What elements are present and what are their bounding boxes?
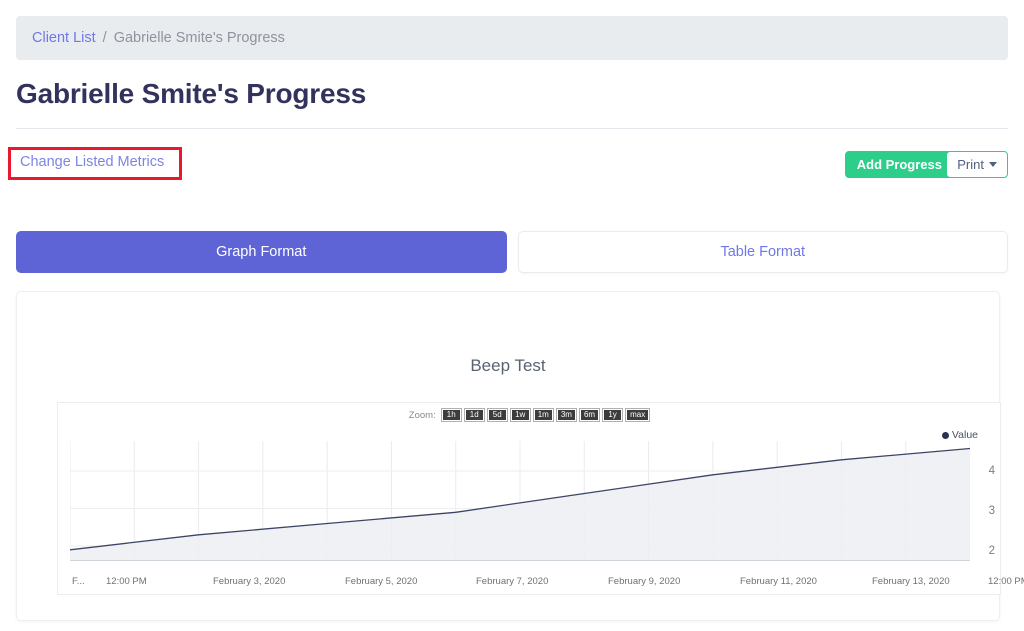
y-axis: 4 3 2 <box>973 441 995 569</box>
page-root: Client List / Gabrielle Smite's Progress… <box>0 0 1024 631</box>
legend-label-value: Value <box>952 429 978 441</box>
change-listed-metrics-link[interactable]: Change Listed Metrics <box>20 154 164 170</box>
zoom-button-3m[interactable]: 3m <box>557 409 576 421</box>
legend-marker-icon <box>942 432 949 439</box>
zoom-button-6m[interactable]: 6m <box>580 409 599 421</box>
breadcrumb: Client List / Gabrielle Smite's Progress <box>16 16 1008 60</box>
y-axis-tick: 4 <box>989 465 995 477</box>
chevron-down-icon <box>989 162 997 167</box>
x-axis: F... 12:00 PM February 3, 2020 February 5, … <box>58 576 1000 592</box>
x-axis-tick: February 7, 2020 <box>476 576 548 587</box>
zoom-controls: Zoom: 1h 1d 5d 1w 1m 3m 6m 1y max <box>58 409 1000 421</box>
zoom-button-1w[interactable]: 1w <box>511 409 530 421</box>
chart-svg <box>70 441 970 561</box>
tab-graph-format[interactable]: Graph Format <box>16 231 507 273</box>
zoom-button-1h[interactable]: 1h <box>442 409 461 421</box>
chart-card: Beep Test Zoom: 1h 1d 5d 1w 1m 3m 6m 1y max Valu… <box>16 291 1000 621</box>
print-button-label: Print <box>957 157 984 172</box>
x-axis-tick: F... <box>72 576 85 587</box>
title-divider <box>16 128 1008 129</box>
x-axis-tick: February 9, 2020 <box>608 576 680 587</box>
x-axis-tick: February 5, 2020 <box>345 576 417 587</box>
chart-legend[interactable]: Value <box>942 429 978 441</box>
print-button[interactable]: Print <box>946 151 1008 178</box>
breadcrumb-current: Gabrielle Smite's Progress <box>114 30 285 46</box>
y-axis-tick: 2 <box>989 545 995 557</box>
zoom-label: Zoom: <box>409 410 436 421</box>
zoom-button-1m[interactable]: 1m <box>534 409 553 421</box>
tab-table-format[interactable]: Table Format <box>518 231 1009 273</box>
breadcrumb-separator: / <box>103 30 107 46</box>
zoom-button-max[interactable]: max <box>626 409 649 421</box>
zoom-button-5d[interactable]: 5d <box>488 409 507 421</box>
page-title: Gabrielle Smite's Progress <box>16 78 366 110</box>
add-progress-button[interactable]: Add Progress <box>845 151 954 178</box>
x-axis-tick: February 11, 2020 <box>740 576 817 587</box>
chart-plot-area: Zoom: 1h 1d 5d 1w 1m 3m 6m 1y max Value 4 3 2 F...… <box>57 402 1001 595</box>
zoom-button-1d[interactable]: 1d <box>465 409 484 421</box>
breadcrumb-link-client-list[interactable]: Client List <box>32 30 96 46</box>
x-axis-tick: February 13, 2020 <box>872 576 950 587</box>
y-axis-tick: 3 <box>989 505 995 517</box>
chart-title: Beep Test <box>17 356 999 376</box>
zoom-button-group: 1h 1d 5d 1w 1m 3m 6m 1y max <box>442 409 650 421</box>
x-axis-tick: 12:00 PM <box>988 576 1024 587</box>
chart-series-plot <box>70 441 970 561</box>
x-axis-line <box>70 560 970 561</box>
x-axis-tick: February 3, 2020 <box>213 576 285 587</box>
zoom-button-1y[interactable]: 1y <box>603 409 622 421</box>
x-axis-tick: 12:00 PM <box>106 576 147 587</box>
format-tabs: Graph Format Table Format <box>16 231 1008 273</box>
